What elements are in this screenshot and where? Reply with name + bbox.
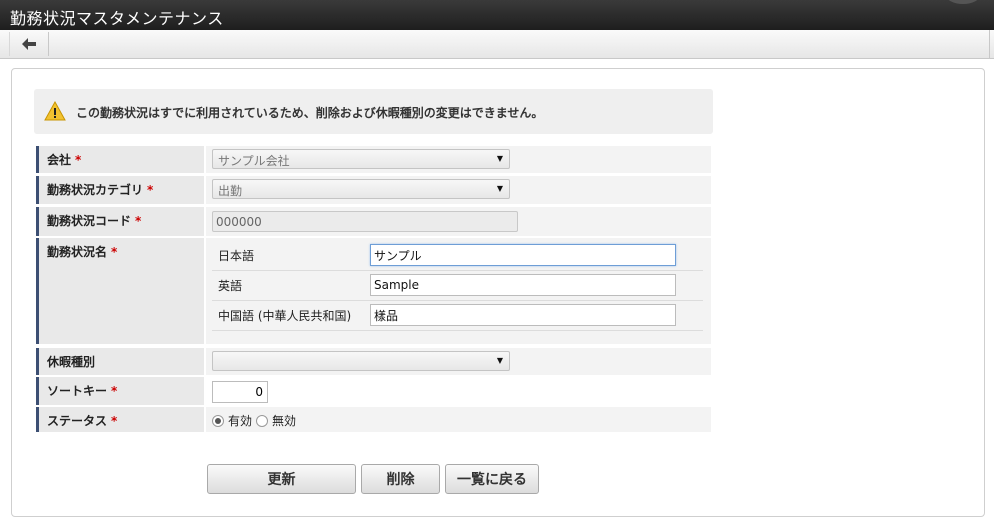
name-chinese-row: 中国語 (中華人民共和国) [212,300,703,331]
dropdown-arrow-icon: ▼ [496,184,503,193]
dropdown-arrow-icon: ▼ [496,154,503,163]
name-japanese-row: 日本語 [212,240,703,271]
back-button[interactable] [9,32,49,56]
user-avatar[interactable] [946,0,980,4]
language-label: 中国語 (中華人民共和国) [218,309,352,323]
leave-type-row: 休暇種別 ▼ [36,348,711,375]
update-button[interactable]: 更新 [207,464,356,494]
warning-icon [44,101,66,121]
window-title: 勤務状況マスタメンテナンス [10,9,224,28]
company-row: 会社 * サンプル会社 ▼ [36,146,711,173]
company-select[interactable]: サンプル会社 ▼ [212,149,510,169]
status-enabled-radio[interactable] [212,414,224,427]
sort-key-input[interactable] [212,381,268,403]
sort-key-label: ソートキー * [36,377,204,405]
toolbar [0,30,994,59]
status-disabled-label[interactable]: 無効 [272,412,296,429]
category-label: 勤務状況カテゴリ * [36,176,204,204]
required-mark: * [111,245,118,259]
code-field: 000000 [212,211,518,232]
name-row: 勤務状況名* 日本語 英語 中国語 (中華人民共和国) [36,238,711,344]
company-label: 会社 * [36,146,204,173]
back-to-list-button[interactable]: 一覧に戻る [445,464,539,494]
name-english-row: 英語 [212,270,703,301]
name-japanese-input[interactable] [370,244,676,266]
name-label: 勤務状況名 * [36,238,204,344]
name-chinese-input[interactable] [370,304,676,326]
code-row: 勤務状況コード * 000000 [36,207,711,236]
title-bar: 勤務状況マスタメンテナンス [0,0,994,30]
warning-text: この勤務状況はすでに利用されているため、削除および休暇種別の変更はできません。 [76,106,544,120]
leave-type-select: ▼ [212,351,510,371]
name-english-input[interactable] [370,274,676,296]
status-label: ステータス * [36,407,204,432]
warning-message: この勤務状況はすでに利用されているため、削除および休暇種別の変更はできません。 [34,89,713,134]
arrow-left-icon [22,38,36,50]
required-mark: * [111,384,118,398]
language-label: 英語 [218,279,243,293]
status-enabled-label[interactable]: 有効 [228,412,252,429]
toolbar-divider [989,30,990,58]
leave-type-label: 休暇種別 [36,348,204,375]
category-row: 勤務状況カテゴリ * 出勤 ▼ [36,176,711,204]
sort-key-row: ソートキー * [36,377,711,405]
required-mark: * [111,414,118,428]
required-mark: * [75,153,82,167]
required-mark: * [135,214,142,228]
required-mark: * [147,183,154,197]
dropdown-arrow-icon: ▼ [496,356,503,365]
status-row: ステータス * 有効 無効 [36,407,711,432]
language-label: 日本語 [218,249,255,263]
code-label: 勤務状況コード * [36,207,204,236]
delete-button[interactable]: 削除 [361,464,440,494]
status-radio-group: 有効 無効 [212,412,300,429]
status-disabled-radio[interactable] [256,414,269,427]
category-select[interactable]: 出勤 ▼ [212,179,510,199]
